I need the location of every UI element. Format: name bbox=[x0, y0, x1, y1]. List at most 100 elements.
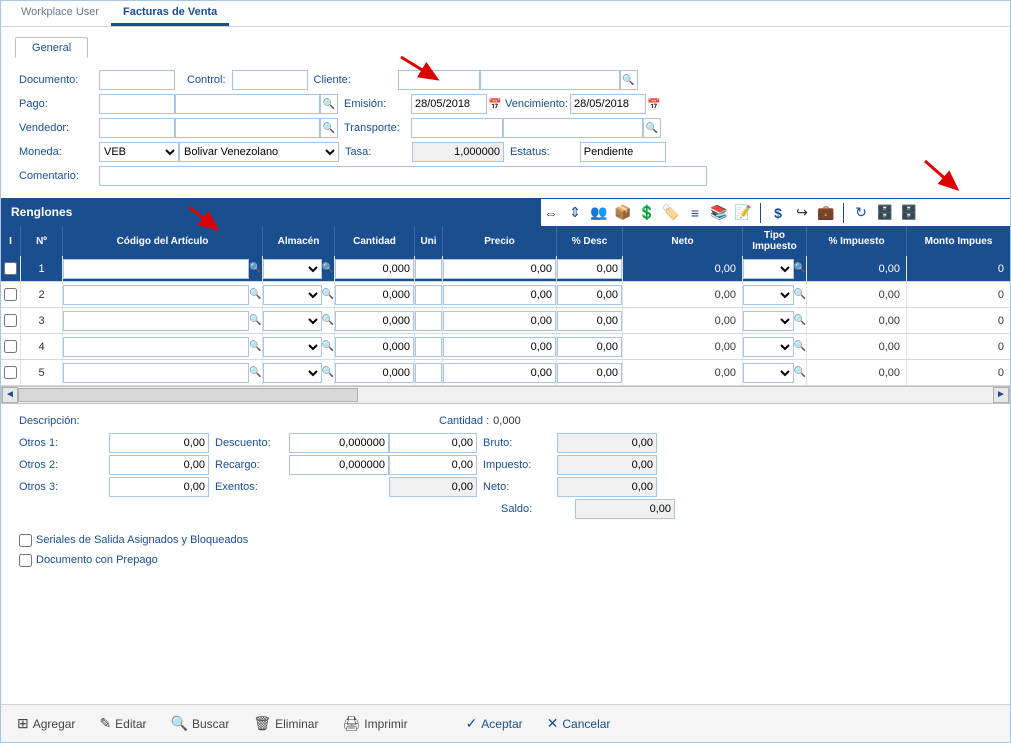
boxes-icon[interactable]: 📚 bbox=[709, 203, 729, 223]
almacen-search-icon[interactable]: 🔍 bbox=[322, 341, 334, 352]
row-checkbox[interactable] bbox=[4, 340, 17, 353]
dollar-icon[interactable]: $ bbox=[768, 203, 788, 223]
otros2-input[interactable] bbox=[109, 455, 209, 475]
tipo-imp-search-icon[interactable]: 🔍 bbox=[794, 341, 806, 352]
codigo-input[interactable] bbox=[63, 311, 249, 331]
scroll-left-icon[interactable]: ◄ bbox=[2, 387, 18, 403]
prepago-checkbox[interactable] bbox=[19, 554, 32, 567]
row-checkbox[interactable] bbox=[4, 262, 17, 275]
codigo-search-icon[interactable]: 🔍 bbox=[249, 367, 262, 378]
refresh-icon[interactable]: ↻ bbox=[851, 203, 871, 223]
row-checkbox[interactable] bbox=[4, 314, 17, 327]
cantidad-input[interactable] bbox=[335, 311, 414, 331]
codigo-input[interactable] bbox=[63, 259, 249, 279]
codigo-search-icon[interactable]: 🔍 bbox=[249, 289, 262, 300]
vencimiento-input[interactable] bbox=[570, 94, 646, 114]
list-icon[interactable]: ≡ bbox=[685, 203, 705, 223]
seriales-checkbox[interactable] bbox=[19, 534, 32, 547]
grid-row[interactable]: 2🔍🔍0,00🔍0,000 bbox=[1, 282, 1010, 308]
vendedor-search-icon[interactable]: 🔍 bbox=[320, 118, 338, 138]
almacen-select[interactable] bbox=[263, 311, 322, 331]
comentario-input[interactable] bbox=[99, 166, 707, 186]
tipo-imp-search-icon[interactable]: 🔍 bbox=[794, 289, 806, 300]
pdesc-input[interactable] bbox=[557, 363, 622, 383]
briefcase-icon[interactable]: 💼 bbox=[816, 203, 836, 223]
recargo-val-input[interactable] bbox=[389, 455, 477, 475]
editar-button[interactable]: ✎Editar bbox=[89, 711, 156, 736]
pago-search-icon[interactable]: 🔍 bbox=[320, 94, 338, 114]
pdesc-input[interactable] bbox=[557, 311, 622, 331]
aceptar-button[interactable]: ✓Aceptar bbox=[456, 711, 533, 736]
recargo-pct-input[interactable] bbox=[289, 455, 389, 475]
almacen-select[interactable] bbox=[263, 259, 322, 279]
scroll-right-icon[interactable]: ► bbox=[993, 387, 1009, 403]
emision-calendar-icon[interactable]: 📅 bbox=[487, 96, 503, 112]
almacen-search-icon[interactable]: 🔍 bbox=[322, 367, 334, 378]
pago-code-input[interactable] bbox=[99, 94, 175, 114]
codigo-input[interactable] bbox=[63, 337, 249, 357]
tipo-imp-search-icon[interactable]: 🔍 bbox=[794, 315, 806, 326]
agregar-button[interactable]: ⊞Agregar bbox=[7, 711, 85, 736]
cantidad-input[interactable] bbox=[335, 363, 414, 383]
codigo-search-icon[interactable]: 🔍 bbox=[249, 263, 262, 274]
otros3-input[interactable] bbox=[109, 477, 209, 497]
almacen-search-icon[interactable]: 🔍 bbox=[322, 315, 334, 326]
codigo-input[interactable] bbox=[63, 363, 249, 383]
documento-input[interactable] bbox=[99, 70, 175, 90]
tipo-imp-search-icon[interactable]: 🔍 bbox=[794, 367, 806, 378]
arrows-vertical-icon[interactable]: ⇕ bbox=[565, 203, 585, 223]
almacen-search-icon[interactable]: 🔍 bbox=[322, 289, 334, 300]
descuento-pct-input[interactable] bbox=[289, 433, 389, 453]
cancelar-button[interactable]: ✕Cancelar bbox=[537, 711, 621, 736]
precio-input[interactable] bbox=[443, 337, 556, 357]
tag-icon[interactable]: 🏷️ bbox=[661, 203, 681, 223]
tipo-imp-search-icon[interactable]: 🔍 bbox=[794, 263, 806, 274]
transporte-name-input[interactable] bbox=[503, 118, 643, 138]
vencimiento-calendar-icon[interactable]: 📅 bbox=[646, 96, 662, 112]
codigo-search-icon[interactable]: 🔍 bbox=[249, 341, 262, 352]
cantidad-input[interactable] bbox=[335, 285, 414, 305]
cantidad-input[interactable] bbox=[335, 337, 414, 357]
moneda-name-select[interactable]: Bolivar Venezolano bbox=[179, 142, 339, 162]
grid-scrollbar[interactable]: ◄ ► bbox=[1, 386, 1010, 404]
arrows-horizontal-icon[interactable]: ⇔ bbox=[541, 203, 561, 223]
transporte-search-icon[interactable]: 🔍 bbox=[643, 118, 661, 138]
tab-facturas-venta[interactable]: Facturas de Venta bbox=[111, 1, 229, 26]
descuento-val-input[interactable] bbox=[389, 433, 477, 453]
almacen-select[interactable] bbox=[263, 337, 322, 357]
grid-row[interactable]: 4🔍🔍0,00🔍0,000 bbox=[1, 334, 1010, 360]
uni-input[interactable] bbox=[415, 363, 442, 383]
vendedor-name-input[interactable] bbox=[175, 118, 320, 138]
otros1-input[interactable] bbox=[109, 433, 209, 453]
share-icon[interactable]: ↪ bbox=[792, 203, 812, 223]
database-blue-icon[interactable]: 🗄️ bbox=[899, 203, 919, 223]
grid-row[interactable]: 5🔍🔍0,00🔍0,000 bbox=[1, 360, 1010, 386]
uni-input[interactable] bbox=[415, 311, 442, 331]
cantidad-input[interactable] bbox=[335, 259, 414, 279]
sub-tab-general[interactable]: General bbox=[15, 37, 88, 58]
precio-input[interactable] bbox=[443, 311, 556, 331]
tipo-imp-select[interactable] bbox=[743, 285, 794, 305]
control-input[interactable] bbox=[232, 70, 308, 90]
precio-input[interactable] bbox=[443, 363, 556, 383]
vendedor-code-input[interactable] bbox=[99, 118, 175, 138]
tipo-imp-select[interactable] bbox=[743, 259, 794, 279]
cliente-name-input[interactable] bbox=[480, 70, 620, 90]
pdesc-input[interactable] bbox=[557, 337, 622, 357]
pago-name-input[interactable] bbox=[175, 94, 320, 114]
document-gear-icon[interactable]: 📝 bbox=[733, 203, 753, 223]
row-checkbox[interactable] bbox=[4, 366, 17, 379]
tipo-imp-select[interactable] bbox=[743, 337, 794, 357]
moneda-code-select[interactable]: VEB bbox=[99, 142, 179, 162]
uni-input[interactable] bbox=[415, 259, 442, 279]
money-add-icon[interactable]: 💲 bbox=[637, 203, 657, 223]
package-icon[interactable]: 📦 bbox=[613, 203, 633, 223]
precio-input[interactable] bbox=[443, 259, 556, 279]
emision-input[interactable] bbox=[411, 94, 487, 114]
codigo-search-icon[interactable]: 🔍 bbox=[249, 315, 262, 326]
cliente-code-input[interactable] bbox=[398, 70, 480, 90]
database-orange-icon[interactable]: 🗄️ bbox=[875, 203, 895, 223]
pdesc-input[interactable] bbox=[557, 285, 622, 305]
imprimir-button[interactable]: 🖨Imprimir bbox=[332, 711, 417, 736]
tipo-imp-select[interactable] bbox=[743, 363, 794, 383]
